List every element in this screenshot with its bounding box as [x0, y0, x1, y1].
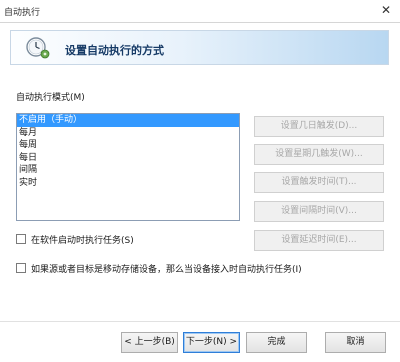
set-delay-button[interactable]: 设置延迟时间(E)... — [254, 230, 384, 251]
list-item-interval[interactable]: 间隔 — [17, 164, 239, 177]
list-item-weekly[interactable]: 每周 — [17, 139, 239, 152]
removable-device-row[interactable]: 如果源或者目标是移动存储设备，那么当设备接入时自动执行任务(I) — [16, 262, 302, 275]
list-item-daily[interactable]: 每日 — [17, 152, 239, 165]
window-title: 自动执行 — [4, 8, 41, 18]
set-trigger-time-button[interactable]: 设置触发时间(T)... — [254, 172, 384, 193]
title-bar: 自动执行 ✕ — [0, 0, 400, 22]
run-on-start-row[interactable]: 在软件启动时执行任务(S) — [16, 233, 134, 246]
mode-listbox[interactable]: 不启用（手动） 每月 每周 每日 间隔 实时 — [16, 113, 240, 221]
list-item-manual[interactable]: 不启用（手动） — [17, 114, 239, 127]
run-on-start-label: 在软件启动时执行任务(S) — [31, 235, 134, 246]
back-button[interactable]: < 上一步(B) — [121, 332, 178, 353]
mode-label: 自动执行模式(M) — [16, 93, 85, 103]
banner-title: 设置自动执行的方式 — [65, 44, 164, 57]
header-banner: 设置自动执行的方式 — [10, 30, 389, 65]
close-icon[interactable]: ✕ — [378, 2, 394, 18]
list-item-monthly[interactable]: 每月 — [17, 127, 239, 140]
clock-gear-icon — [26, 37, 50, 59]
cancel-button[interactable]: 取消 — [325, 332, 386, 353]
set-weekdays-button[interactable]: 设置星期几触发(W)... — [254, 144, 384, 165]
footer-separator — [0, 321, 400, 322]
run-on-start-checkbox[interactable] — [16, 234, 26, 244]
set-interval-button[interactable]: 设置间隔时间(V)... — [254, 201, 384, 222]
removable-device-label: 如果源或者目标是移动存储设备，那么当设备接入时自动执行任务(I) — [31, 264, 302, 275]
finish-button[interactable]: 完成 — [246, 332, 307, 353]
list-item-realtime[interactable]: 实时 — [17, 177, 239, 190]
set-days-button[interactable]: 设置几日触发(D)... — [254, 116, 384, 137]
next-button[interactable]: 下一步(N) > — [183, 332, 240, 353]
removable-device-checkbox[interactable] — [16, 263, 26, 273]
